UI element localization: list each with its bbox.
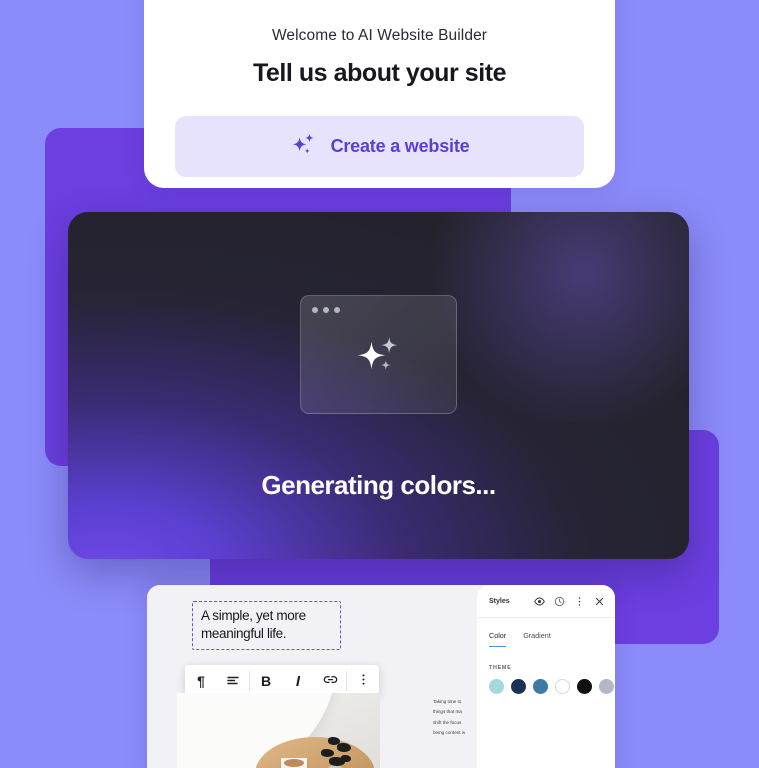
styles-panel-title: Styles	[489, 597, 510, 605]
sparkles-icon	[290, 132, 317, 161]
welcome-eyebrow: Welcome to AI Website Builder	[271, 27, 488, 44]
headline-text: A simple, yet more meaningful life.	[201, 608, 306, 641]
website-mockup-window	[300, 295, 457, 414]
window-dot-3	[334, 307, 340, 313]
create-a-website-label: Create a website	[330, 136, 470, 156]
align-left-icon	[226, 673, 240, 690]
swatch-white[interactable]	[555, 679, 570, 694]
styles-panel-header: Styles	[477, 585, 615, 618]
generating-status-text: Generating colors...	[261, 470, 496, 500]
window-dots	[312, 307, 340, 313]
page-title: Tell us about your site	[252, 59, 507, 87]
window-dot-2	[323, 307, 329, 313]
editor-preview-card: A simple, yet more meaningful life. ¶ B …	[147, 585, 615, 768]
window-dot-1	[312, 307, 318, 313]
sparkles-icon	[352, 330, 406, 387]
swatch-navy[interactable]	[511, 679, 526, 694]
swatch-steel-blue[interactable]	[533, 679, 548, 694]
photo-plant	[319, 735, 353, 768]
tab-color[interactable]: Color	[489, 631, 507, 647]
photo-coffee-cup	[281, 758, 307, 768]
close-icon[interactable]	[594, 596, 605, 607]
theme-swatch-list	[477, 671, 615, 694]
revisions-history-icon[interactable]	[554, 596, 565, 607]
swatch-light-teal[interactable]	[489, 679, 504, 694]
bold-icon: B	[260, 673, 272, 689]
editor-canvas: A simple, yet more meaningful life. ¶ B …	[147, 585, 477, 768]
editor-photo-image	[177, 693, 380, 768]
create-a-website-button[interactable]: Create a website	[175, 116, 584, 177]
kebab-menu-icon	[357, 673, 370, 689]
app-stage: Welcome to AI Website Builder Tell us ab…	[0, 0, 759, 768]
italic-icon: I	[295, 672, 301, 690]
swatch-black[interactable]	[577, 679, 592, 694]
paragraph-icon: ¶	[197, 673, 205, 689]
link-icon	[323, 672, 338, 690]
tab-gradient[interactable]: Gradient	[523, 631, 551, 647]
selected-headline-block[interactable]: A simple, yet more meaningful life.	[192, 601, 341, 650]
welcome-card: Welcome to AI Website Builder Tell us ab…	[144, 0, 615, 188]
styles-panel-tabs: Color Gradient	[477, 618, 615, 647]
preview-eye-icon[interactable]	[534, 596, 545, 607]
more-options-icon[interactable]	[574, 596, 585, 607]
generating-panel: Generating colors...	[68, 212, 689, 559]
styles-panel: Styles Color Gradient THEME	[477, 585, 615, 768]
swatch-gray[interactable]	[599, 679, 614, 694]
